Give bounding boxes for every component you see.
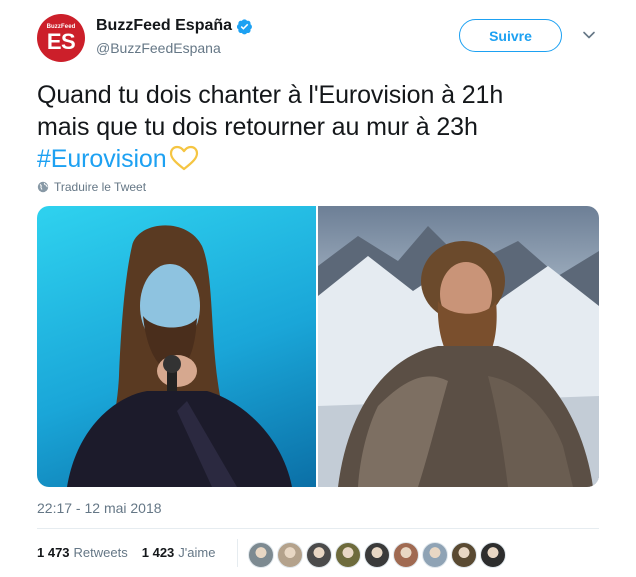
account-name[interactable]: BuzzFeed España xyxy=(96,17,232,35)
retweets-count[interactable]: 1 473 xyxy=(37,545,70,560)
wildling-illustration xyxy=(318,226,599,487)
chevron-down-icon[interactable] xyxy=(582,28,596,42)
follow-button[interactable]: Suivre xyxy=(459,19,562,52)
translate-label[interactable]: Traduire le Tweet xyxy=(54,180,146,194)
translate-tweet-link[interactable]: Traduire le Tweet xyxy=(37,180,146,194)
likers-avatars xyxy=(248,542,509,568)
likes-count[interactable]: 1 423 xyxy=(142,545,175,560)
liker-avatar[interactable] xyxy=(451,542,477,568)
yellow-heart-icon xyxy=(169,145,198,171)
liker-avatar[interactable] xyxy=(335,542,361,568)
tweet-text-line-1: Quand tu dois chanter à l'Eurovision à 2… xyxy=(37,81,504,109)
singer-illustration xyxy=(67,225,292,487)
likes-label[interactable]: J'aime xyxy=(178,545,215,560)
tweet-text: Quand tu dois chanter à l'Eurovision à 2… xyxy=(37,79,607,175)
liker-avatar[interactable] xyxy=(306,542,332,568)
hashtag-link[interactable]: #Eurovision xyxy=(37,145,167,173)
liker-avatar[interactable] xyxy=(422,542,448,568)
stats-separator xyxy=(237,539,238,567)
globe-icon xyxy=(37,181,49,193)
tweet-card: BuzzFeed ES BuzzFeed España @BuzzFeedEsp… xyxy=(0,0,636,577)
media-grid xyxy=(37,206,599,487)
verified-badge-icon xyxy=(236,18,252,34)
liker-avatar[interactable] xyxy=(277,542,303,568)
account-name-row[interactable]: BuzzFeed España xyxy=(96,15,253,37)
avatar-initials: ES xyxy=(46,29,76,54)
avatar[interactable]: BuzzFeed ES xyxy=(37,14,85,62)
liker-avatar[interactable] xyxy=(364,542,390,568)
retweets-label[interactable]: Retweets xyxy=(74,545,128,560)
photo-wildling[interactable] xyxy=(318,206,599,487)
divider xyxy=(37,528,599,529)
account-handle[interactable]: @BuzzFeedEspana xyxy=(96,40,221,56)
tweet-timestamp[interactable]: 22:17 - 12 mai 2018 xyxy=(37,500,162,516)
liker-avatar[interactable] xyxy=(248,542,274,568)
photo-singer[interactable] xyxy=(37,206,316,487)
tweet-text-line-2: mais que tu dois retourner au mur à 23h xyxy=(37,113,478,141)
liker-avatar[interactable] xyxy=(480,542,506,568)
tweet-text-line-3: #Eurovision xyxy=(37,143,607,175)
liker-avatar[interactable] xyxy=(393,542,419,568)
tweet-stats: 1 473 Retweets 1 423 J'aime xyxy=(37,545,215,560)
